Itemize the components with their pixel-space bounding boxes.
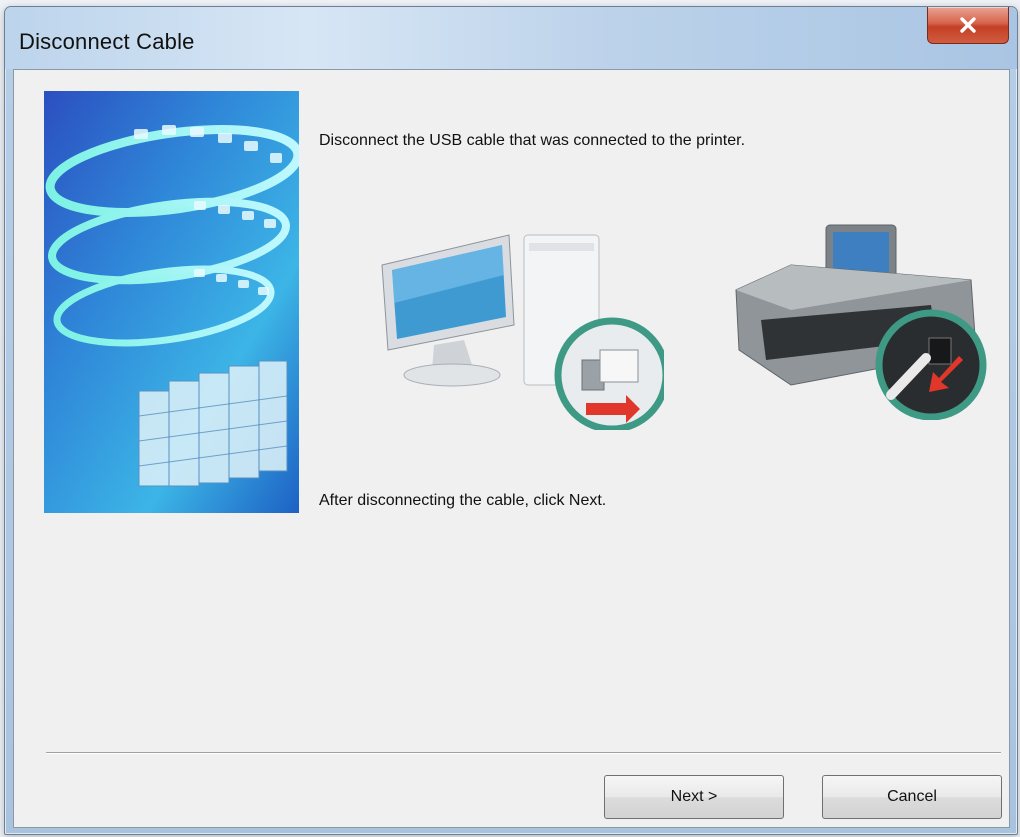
dialog-content: Disconnect the USB cable that was connec… [13, 69, 1010, 828]
setup-banner-image [44, 91, 299, 513]
cancel-button[interactable]: Cancel [822, 775, 1002, 819]
computer-illustration [381, 234, 664, 430]
printer-illustration [735, 224, 987, 420]
close-button[interactable] [927, 7, 1009, 44]
dialog-window: Disconnect Cable Disconnect the USB cabl… [4, 6, 1018, 835]
close-icon [960, 17, 976, 33]
instruction-next-text: After disconnecting the cable, click Nex… [319, 492, 607, 509]
title-bar[interactable]: Disconnect Cable [5, 7, 1017, 69]
window-title: Disconnect Cable [19, 29, 195, 54]
button-separator [46, 752, 1001, 754]
next-button[interactable]: Next > [604, 775, 784, 819]
instruction-text: Disconnect the USB cable that was connec… [319, 132, 746, 149]
